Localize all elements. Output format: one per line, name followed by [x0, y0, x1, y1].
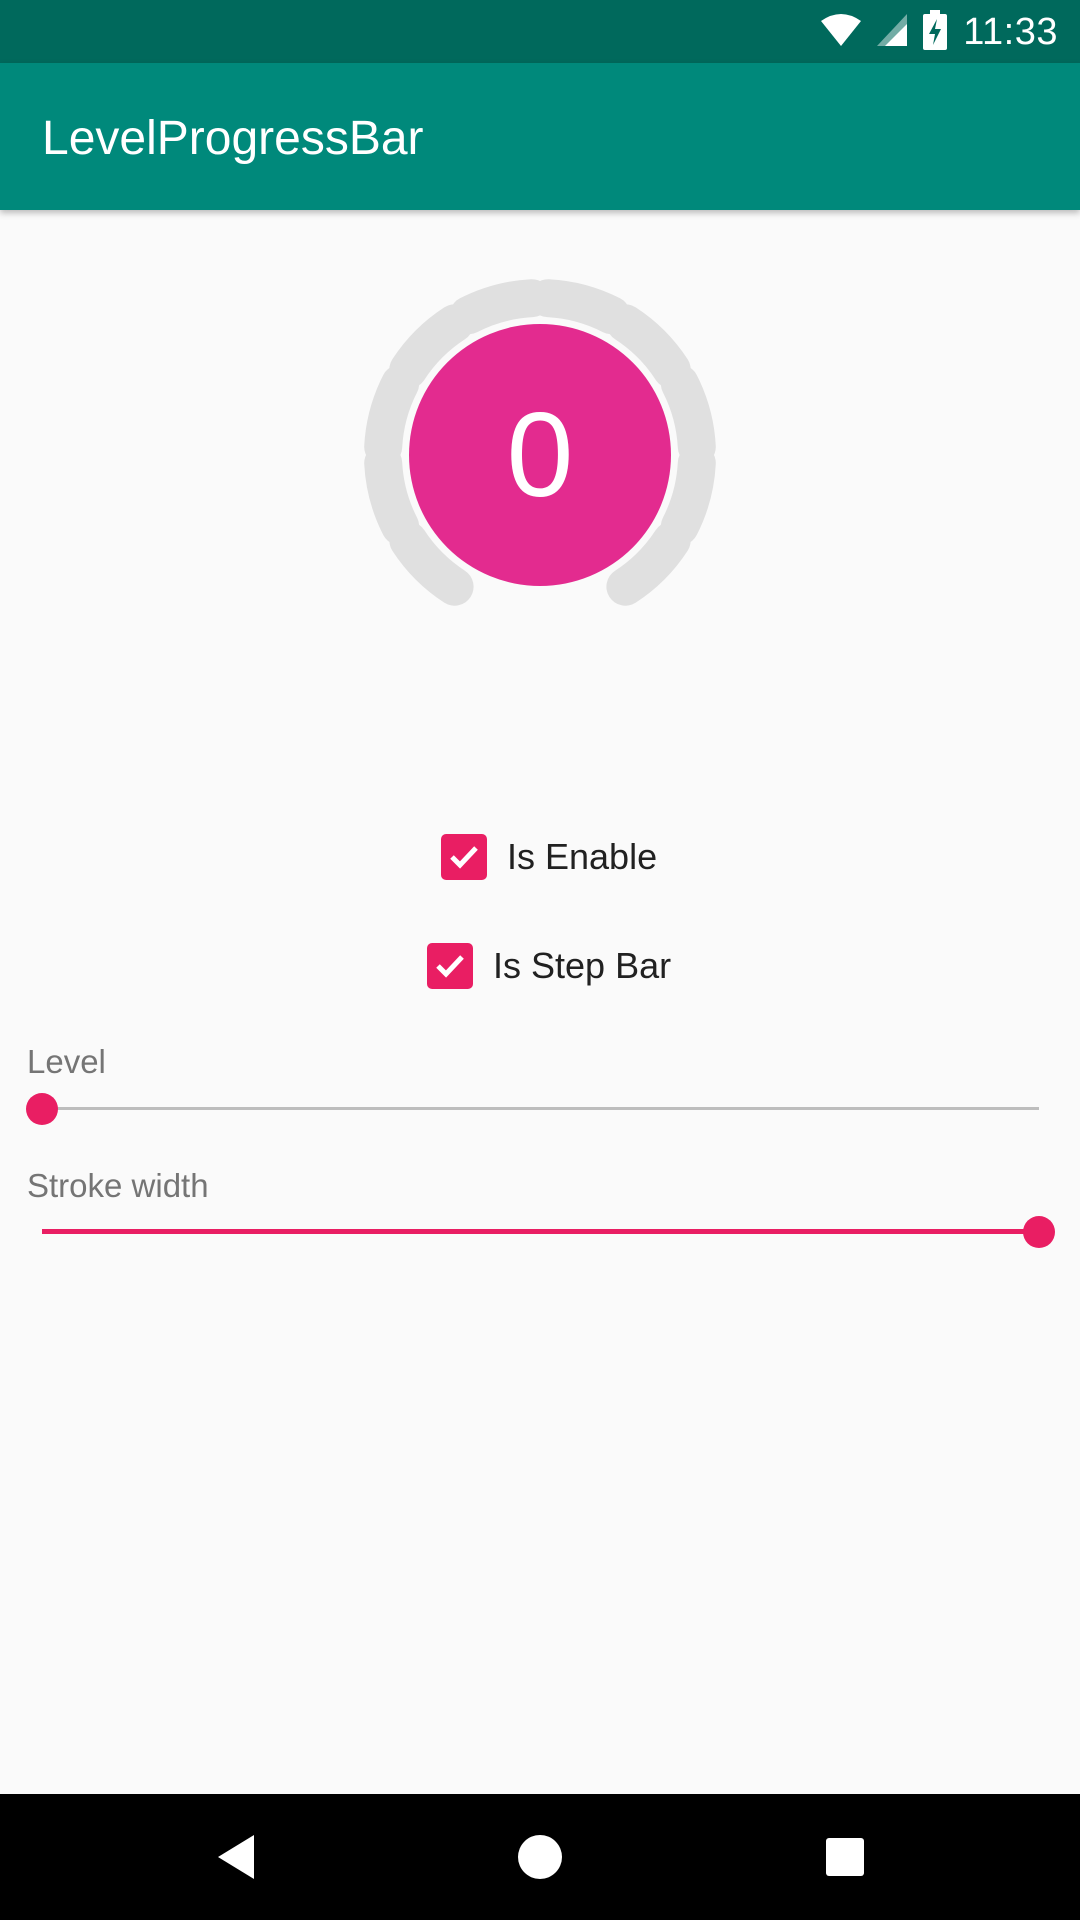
status-icons: 11:33 [821, 8, 1058, 56]
level-indicator-circle: 0 [409, 324, 671, 586]
home-icon[interactable] [510, 1827, 570, 1887]
back-icon[interactable] [206, 1827, 266, 1887]
recents-icon[interactable] [815, 1827, 875, 1887]
screen: 11:33 LevelProgressBar 0 Is Enable Is St… [0, 0, 1080, 1920]
level-segment [529, 279, 631, 335]
battery-charging-icon [923, 9, 948, 55]
slider-thumb[interactable] [26, 1093, 58, 1125]
level-segment [660, 364, 716, 466]
level-segment [364, 444, 420, 546]
checkbox-checked-icon[interactable] [427, 943, 473, 989]
cell-signal-icon [877, 13, 908, 51]
slider-thumb[interactable] [1023, 1216, 1055, 1248]
status-time: 11:33 [963, 10, 1058, 53]
stroke-width-slider[interactable] [42, 1212, 1055, 1252]
slider-track[interactable] [42, 1107, 1039, 1110]
is-step-bar-label: Is Step Bar [493, 945, 672, 986]
is-step-bar-checkbox[interactable]: Is Step Bar [427, 936, 671, 996]
level-progress-bar: 0 [340, 255, 740, 655]
level-segment [364, 364, 420, 466]
level-slider-label: Level [27, 1043, 106, 1080]
status-bar: 11:33 [0, 0, 1080, 63]
slider-fill [42, 1229, 1039, 1234]
app-bar: LevelProgressBar [0, 63, 1080, 210]
level-slider[interactable] [26, 1089, 1039, 1129]
is-enable-checkbox[interactable]: Is Enable [441, 827, 657, 887]
level-value: 0 [506, 388, 574, 522]
level-segment [660, 444, 716, 546]
checkbox-checked-icon[interactable] [441, 834, 487, 880]
navigation-bar [0, 1794, 1080, 1920]
app-title: LevelProgressBar [42, 112, 424, 165]
stroke-width-slider-label: Stroke width [27, 1167, 209, 1204]
wifi-icon [821, 13, 862, 52]
is-enable-label: Is Enable [507, 836, 658, 877]
level-segment [449, 279, 551, 335]
